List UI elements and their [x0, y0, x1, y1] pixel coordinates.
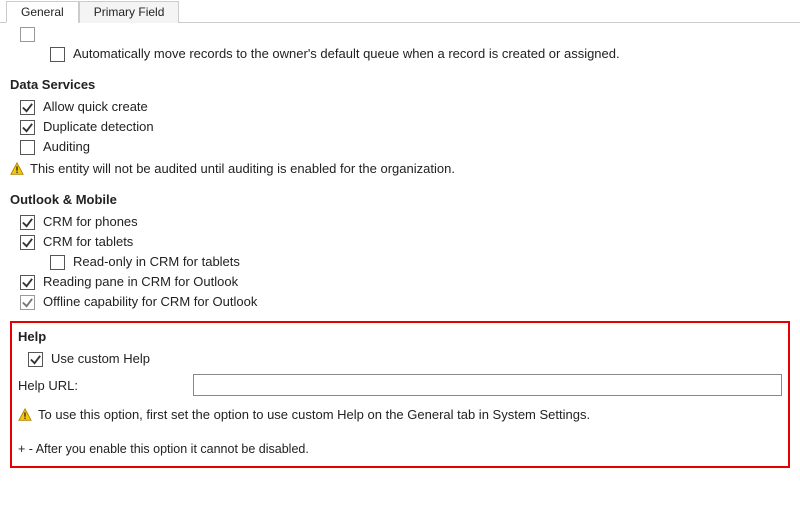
- help-url-label: Help URL:: [18, 378, 193, 393]
- crm-for-tablets-checkbox[interactable]: [20, 235, 35, 250]
- use-custom-help-row: Use custom Help: [18, 350, 782, 368]
- content-panel: Queues Automatically move records to the…: [0, 23, 800, 478]
- reading-pane-row: Reading pane in CRM for Outlook: [10, 273, 790, 291]
- crm-for-phones-row: CRM for phones: [10, 213, 790, 231]
- help-title: Help: [18, 329, 782, 344]
- queues-row: Queues: [10, 25, 790, 43]
- allow-quick-create-checkbox[interactable]: [20, 100, 35, 115]
- auditing-checkbox[interactable]: [20, 140, 35, 155]
- help-section-highlight: Help Use custom Help Help URL: To use th…: [10, 321, 790, 468]
- auto-move-checkbox[interactable]: [50, 47, 65, 62]
- crm-for-tablets-row: CRM for tablets: [10, 233, 790, 251]
- use-custom-help-label: Use custom Help: [51, 350, 150, 368]
- allow-quick-create-label: Allow quick create: [43, 98, 148, 116]
- queues-checkbox[interactable]: [20, 27, 35, 42]
- data-services-title: Data Services: [10, 77, 790, 92]
- tab-general[interactable]: General: [6, 1, 79, 23]
- help-url-row: Help URL:: [18, 374, 782, 396]
- audit-warning-row: This entity will not be audited until au…: [10, 160, 790, 178]
- auto-move-label: Automatically move records to the owner'…: [73, 45, 620, 63]
- duplicate-detection-row: Duplicate detection: [10, 118, 790, 136]
- help-warning-row: To use this option, first set the option…: [18, 406, 782, 424]
- outlook-mobile-title: Outlook & Mobile: [10, 192, 790, 207]
- tab-bar: General Primary Field: [0, 0, 800, 23]
- use-custom-help-checkbox[interactable]: [28, 352, 43, 367]
- warning-icon: [18, 408, 32, 422]
- reading-pane-label: Reading pane in CRM for Outlook: [43, 273, 238, 291]
- auditing-label: Auditing: [43, 138, 90, 156]
- crm-for-phones-checkbox[interactable]: [20, 215, 35, 230]
- reading-pane-checkbox[interactable]: [20, 275, 35, 290]
- offline-label: Offline capability for CRM for Outlook: [43, 293, 257, 311]
- tab-primary-field[interactable]: Primary Field: [79, 1, 180, 23]
- readonly-tablets-row: Read-only in CRM for tablets: [10, 253, 790, 271]
- allow-quick-create-row: Allow quick create: [10, 98, 790, 116]
- auto-move-row: Automatically move records to the owner'…: [10, 45, 790, 63]
- warning-icon: [10, 162, 24, 176]
- help-footnote: + - After you enable this option it cann…: [18, 442, 782, 456]
- auditing-row: Auditing: [10, 138, 790, 156]
- duplicate-detection-checkbox[interactable]: [20, 120, 35, 135]
- help-warning-text: To use this option, first set the option…: [38, 406, 590, 424]
- help-url-input[interactable]: [193, 374, 782, 396]
- duplicate-detection-label: Duplicate detection: [43, 118, 154, 136]
- crm-for-phones-label: CRM for phones: [43, 213, 138, 231]
- readonly-tablets-checkbox[interactable]: [50, 255, 65, 270]
- offline-row: Offline capability for CRM for Outlook: [10, 293, 790, 311]
- offline-checkbox: [20, 295, 35, 310]
- audit-warning-text: This entity will not be audited until au…: [30, 160, 455, 178]
- readonly-tablets-label: Read-only in CRM for tablets: [73, 253, 240, 271]
- crm-for-tablets-label: CRM for tablets: [43, 233, 133, 251]
